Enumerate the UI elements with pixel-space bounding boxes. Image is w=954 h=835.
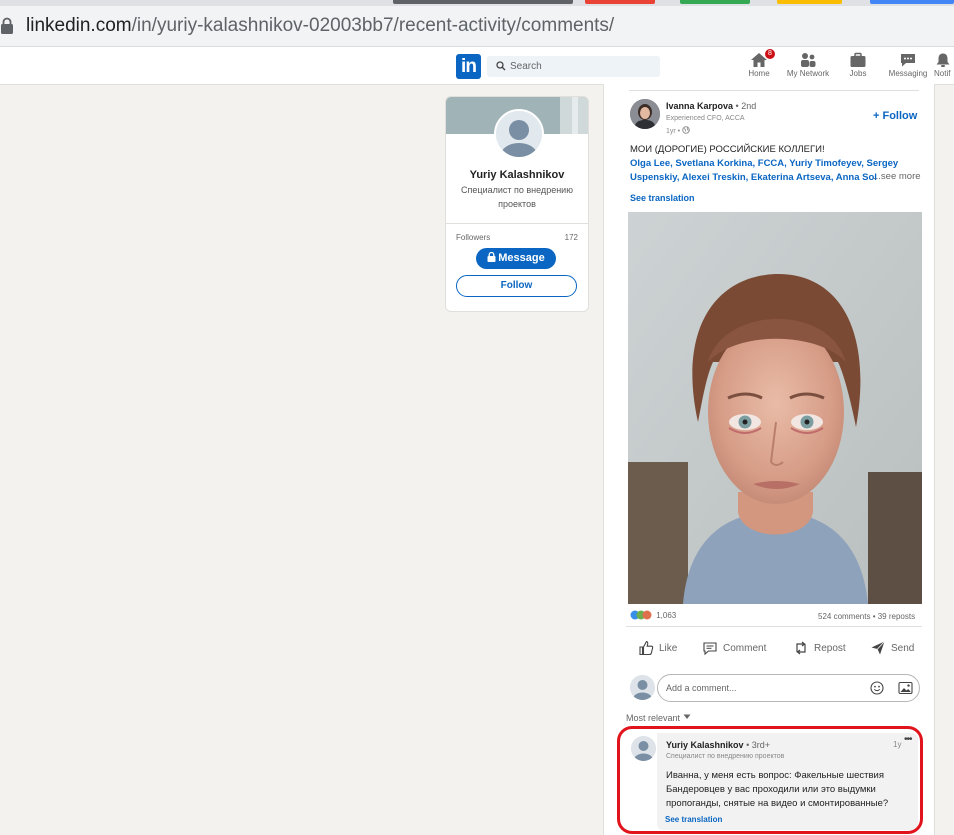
reaction-icons bbox=[630, 610, 652, 620]
post-author-degree: • 2nd bbox=[735, 101, 757, 111]
highlight-annotation bbox=[617, 726, 923, 834]
comment-input-placeholder: Add a comment... bbox=[666, 683, 737, 693]
browser-tab[interactable] bbox=[777, 0, 842, 4]
message-button[interactable]: Message bbox=[476, 248, 556, 269]
search-input[interactable]: Search bbox=[487, 56, 660, 77]
lock-icon bbox=[487, 251, 496, 262]
home-badge: 8 bbox=[765, 49, 775, 59]
briefcase-icon bbox=[850, 52, 866, 67]
follow-button[interactable]: Follow bbox=[456, 275, 577, 297]
url-path: /in/yuriy-kalashnikov-02003bb7/recent-ac… bbox=[131, 15, 615, 36]
reactions-count-text: 1,063 bbox=[656, 611, 677, 620]
post-author-headline: Experienced CFO, ACCA bbox=[666, 115, 745, 122]
nav-home-label: Home bbox=[748, 69, 770, 78]
post-text: МОИ (ДОРОГИЕ) РОССИЙСКИЕ КОЛЛЕГИ! bbox=[630, 144, 825, 155]
post-mentions-text: Olga Lee, Svetlana Korkina, FCCA, Yuriy … bbox=[630, 158, 899, 183]
comment-icon bbox=[703, 642, 717, 656]
browser-tab[interactable] bbox=[870, 0, 954, 4]
comment-input[interactable]: Add a comment... bbox=[657, 674, 920, 702]
nav-notifications[interactable]: Notif bbox=[934, 50, 954, 78]
browser-tab[interactable] bbox=[393, 0, 573, 4]
messaging-icon bbox=[901, 54, 915, 67]
divider bbox=[629, 90, 919, 91]
caret-down-icon bbox=[683, 714, 691, 719]
post-time: 1yr • bbox=[666, 126, 690, 135]
browser-tab[interactable] bbox=[585, 0, 655, 4]
address-url[interactable]: linkedin.com/in/yuriy-kalashnikov-02003b… bbox=[26, 15, 614, 37]
avatar[interactable] bbox=[494, 109, 544, 159]
emoji-icon[interactable] bbox=[870, 681, 884, 695]
author-photo bbox=[630, 99, 660, 129]
send-button[interactable]: Send bbox=[870, 640, 914, 656]
search-icon bbox=[496, 61, 506, 71]
browser-tab[interactable] bbox=[680, 0, 750, 4]
repost-label: Repost bbox=[814, 642, 846, 654]
avatar[interactable] bbox=[630, 675, 655, 700]
send-label: Send bbox=[891, 642, 915, 654]
sort-label: Most relevant bbox=[626, 713, 681, 723]
bell-icon bbox=[936, 53, 950, 67]
like-button[interactable]: Like bbox=[638, 640, 677, 656]
person-placeholder-icon bbox=[496, 111, 542, 157]
nav-network-label: My Network bbox=[786, 69, 830, 78]
nav-jobs[interactable]: Jobs bbox=[843, 50, 873, 78]
post-time-text: 1yr • bbox=[666, 128, 681, 135]
globe-icon bbox=[682, 126, 690, 134]
author-avatar[interactable] bbox=[630, 99, 660, 129]
sort-dropdown[interactable]: Most relevant bbox=[626, 713, 691, 723]
message-button-label: Message bbox=[498, 252, 545, 264]
thumbs-up-icon bbox=[639, 640, 654, 656]
like-label: Like bbox=[659, 642, 678, 654]
divider bbox=[626, 626, 922, 627]
followers-label: Followers bbox=[456, 233, 491, 242]
profile-headline: Специалист по внедрению проектов bbox=[461, 185, 573, 209]
profile-name[interactable]: Yuriy Kalashnikov bbox=[446, 169, 588, 181]
comments-reposts-count[interactable]: 524 comments • 39 reposts bbox=[818, 612, 915, 621]
comment-label: Comment bbox=[723, 642, 767, 654]
divider bbox=[446, 223, 588, 224]
post-follow-button[interactable]: + Follow bbox=[873, 110, 917, 122]
followers-count: 172 bbox=[564, 233, 578, 242]
repost-button[interactable]: Repost bbox=[793, 640, 846, 656]
nav-my-network[interactable]: My Network bbox=[783, 50, 833, 78]
nav-home[interactable]: 8 Home bbox=[744, 49, 775, 78]
reactions-count[interactable]: 1,063 bbox=[630, 610, 676, 620]
see-translation-link[interactable]: See translation bbox=[630, 193, 695, 203]
linkedin-logo[interactable]: in bbox=[456, 54, 481, 79]
search-placeholder: Search bbox=[510, 61, 542, 72]
people-icon bbox=[801, 53, 816, 67]
post-author[interactable]: Ivanna Karpova • 2nd bbox=[666, 101, 756, 111]
post-author-name: Ivanna Karpova bbox=[666, 101, 734, 111]
post-image[interactable] bbox=[628, 212, 922, 604]
repost-icon bbox=[796, 641, 806, 655]
nav-jobs-label: Jobs bbox=[849, 69, 867, 78]
nav-messaging[interactable]: Messaging bbox=[886, 50, 930, 78]
see-more-link[interactable]: ...see more bbox=[873, 171, 921, 182]
profile-card: Yuriy Kalashnikov Специалист по внедрени… bbox=[445, 96, 589, 312]
lock-icon bbox=[1, 17, 13, 34]
nav-messaging-label: Messaging bbox=[888, 69, 928, 78]
person-placeholder-icon bbox=[630, 675, 655, 700]
woman-portrait-photo bbox=[628, 212, 922, 604]
comment-button[interactable]: Comment bbox=[702, 640, 766, 656]
send-icon bbox=[871, 641, 885, 655]
image-icon[interactable] bbox=[898, 681, 913, 695]
nav-notifications-label: Notif bbox=[934, 69, 951, 78]
url-host: linkedin.com bbox=[26, 15, 132, 36]
